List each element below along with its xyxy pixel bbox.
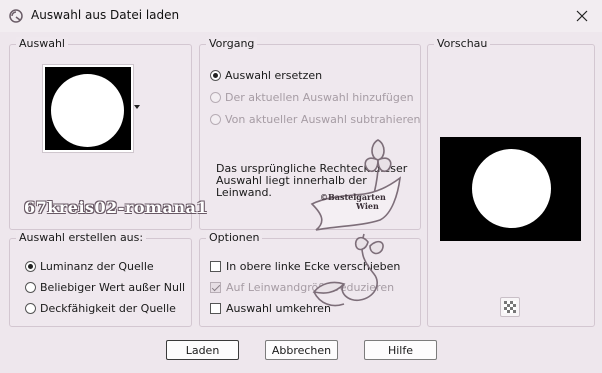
close-button[interactable]: [562, 0, 602, 32]
radio-luminance-label: Luminanz der Quelle: [40, 260, 154, 273]
radio-subtract-indicator[interactable]: [210, 114, 221, 125]
watermark-line-2: Wien: [356, 201, 379, 211]
window-title: Auswahl aus Datei laden: [31, 8, 180, 22]
close-icon: [576, 10, 588, 22]
cancel-button[interactable]: Abbrechen: [265, 340, 338, 360]
radio-add-label: Der aktuellen Auswahl hinzufügen: [225, 91, 414, 104]
radio-add[interactable]: Der aktuellen Auswahl hinzufügen: [210, 91, 414, 104]
dialog-body: Auswahl Vorgang Auswahl ersetzen Der akt…: [0, 32, 602, 373]
dropdown-arrow-icon[interactable]: [134, 105, 140, 109]
transparency-toggle[interactable]: [500, 297, 520, 317]
radio-opacity[interactable]: Deckfähigkeit der Quelle: [25, 302, 176, 315]
erstellen-group: Auswahl erstellen aus: Luminanz der Quel…: [9, 231, 192, 327]
filename-overlay: 67kreis02-romana1: [24, 198, 208, 217]
preview-canvas: [440, 137, 581, 241]
radio-nonzero[interactable]: Beliebiger Wert außer Null: [25, 281, 185, 294]
radio-nonzero-indicator[interactable]: [25, 282, 36, 293]
check-invert-box[interactable]: [210, 303, 221, 314]
radio-opacity-indicator[interactable]: [25, 303, 36, 314]
radio-opacity-label: Deckfähigkeit der Quelle: [40, 302, 176, 315]
preview-circle: [472, 149, 551, 228]
radio-luminance[interactable]: Luminanz der Quelle: [25, 260, 154, 273]
check-reduce-canvas-box[interactable]: [210, 282, 221, 293]
radio-nonzero-label: Beliebiger Wert außer Null: [40, 281, 186, 294]
check-move-topleft-box[interactable]: [210, 261, 221, 272]
optionen-legend: Optionen: [206, 231, 263, 244]
selection-thumbnail[interactable]: [43, 65, 133, 152]
vorschau-legend: Vorschau: [434, 37, 491, 50]
auswahl-legend: Auswahl: [16, 37, 68, 50]
radio-subtract[interactable]: Von aktueller Auswahl subtrahieren: [210, 113, 421, 126]
checkerboard-icon: [504, 301, 516, 313]
radio-replace-indicator[interactable]: [210, 70, 221, 81]
load-button[interactable]: Laden: [166, 340, 239, 360]
selection-icon: [9, 9, 23, 23]
flower-watermark: [310, 139, 402, 307]
thumbnail-circle: [51, 74, 124, 147]
radio-replace-label: Auswahl ersetzen: [225, 69, 323, 82]
vorgang-legend: Vorgang: [206, 37, 258, 50]
help-button[interactable]: Hilfe: [364, 340, 437, 360]
radio-luminance-indicator[interactable]: [25, 261, 36, 272]
radio-add-indicator[interactable]: [210, 92, 221, 103]
radio-replace[interactable]: Auswahl ersetzen: [210, 69, 322, 82]
radio-subtract-label: Von aktueller Auswahl subtrahieren: [225, 113, 421, 126]
title-bar: Auswahl aus Datei laden: [0, 0, 602, 33]
vorschau-group: Vorschau: [427, 37, 595, 327]
erstellen-legend: Auswahl erstellen aus:: [16, 231, 147, 244]
